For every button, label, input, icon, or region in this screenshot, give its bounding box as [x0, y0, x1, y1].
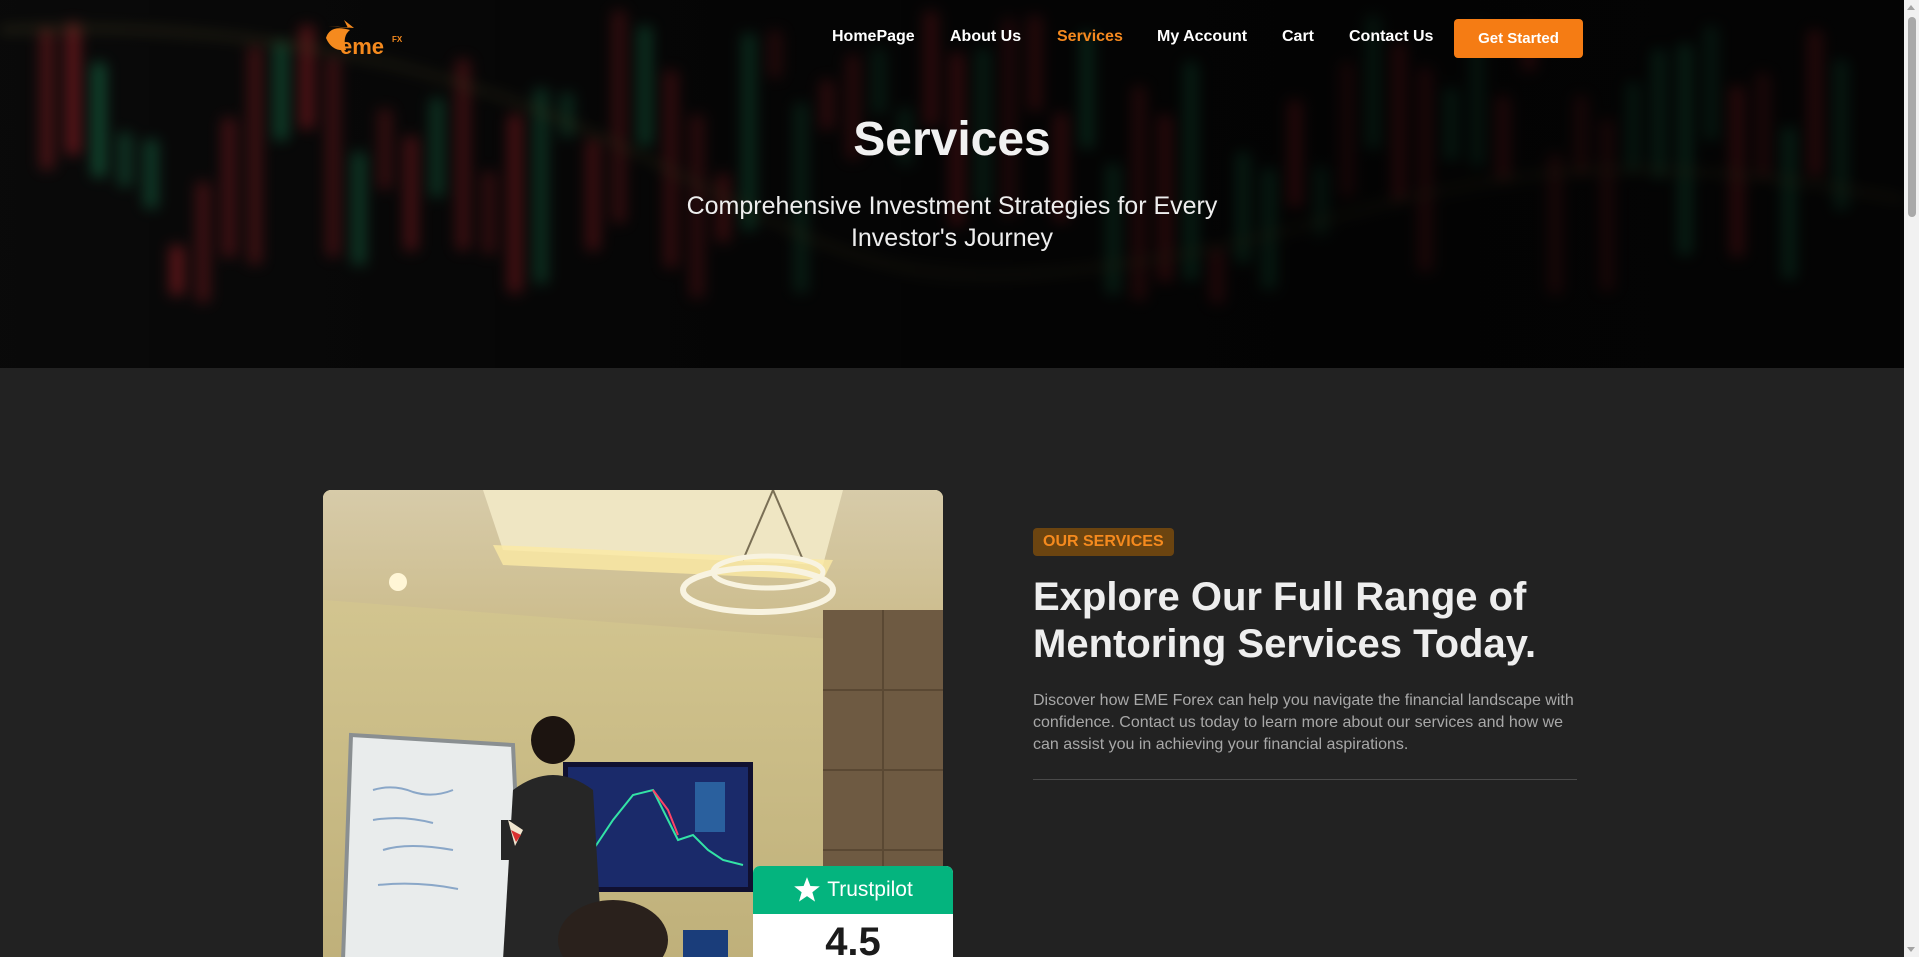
trustpilot-label: Trustpilot — [827, 878, 913, 901]
main-nav: HomePage About Us Services My Account Ca… — [0, 28, 1904, 48]
scroll-up-arrow-icon[interactable] — [1907, 5, 1915, 10]
section-headline: Explore Our Full Range of Mentoring Serv… — [1033, 575, 1537, 666]
page-scrollbar[interactable] — [1904, 0, 1919, 957]
scroll-down-arrow-icon[interactable] — [1907, 947, 1915, 952]
nav-services[interactable]: Services — [1057, 28, 1123, 46]
section-paragraph: Discover how EME Forex can help you navi… — [1033, 692, 1574, 753]
trustpilot-widget[interactable]: Trustpilot 4.5 — [753, 866, 953, 957]
nav-homepage[interactable]: HomePage — [832, 28, 915, 46]
nav-contact-us[interactable]: Contact Us — [1349, 28, 1433, 46]
section-divider — [1033, 779, 1577, 780]
page-subtitle: Comprehensive Investment Strategies for … — [686, 192, 1218, 252]
nav-my-account[interactable]: My Account — [1157, 28, 1247, 46]
section-tag: OUR SERVICES — [1033, 528, 1174, 556]
trustpilot-score: 4.5 — [825, 920, 881, 957]
scroll-thumb[interactable] — [1908, 17, 1916, 217]
nav-about-us[interactable]: About Us — [950, 28, 1021, 46]
get-started-button[interactable]: Get Started — [1454, 19, 1583, 58]
nav-cart[interactable]: Cart — [1282, 28, 1314, 46]
hero-banner: eme FX HomePage About Us Services My Acc… — [0, 0, 1904, 368]
star-icon — [794, 877, 821, 902]
page-title: Services — [853, 113, 1051, 166]
trustpilot-header: Trustpilot — [753, 866, 953, 914]
